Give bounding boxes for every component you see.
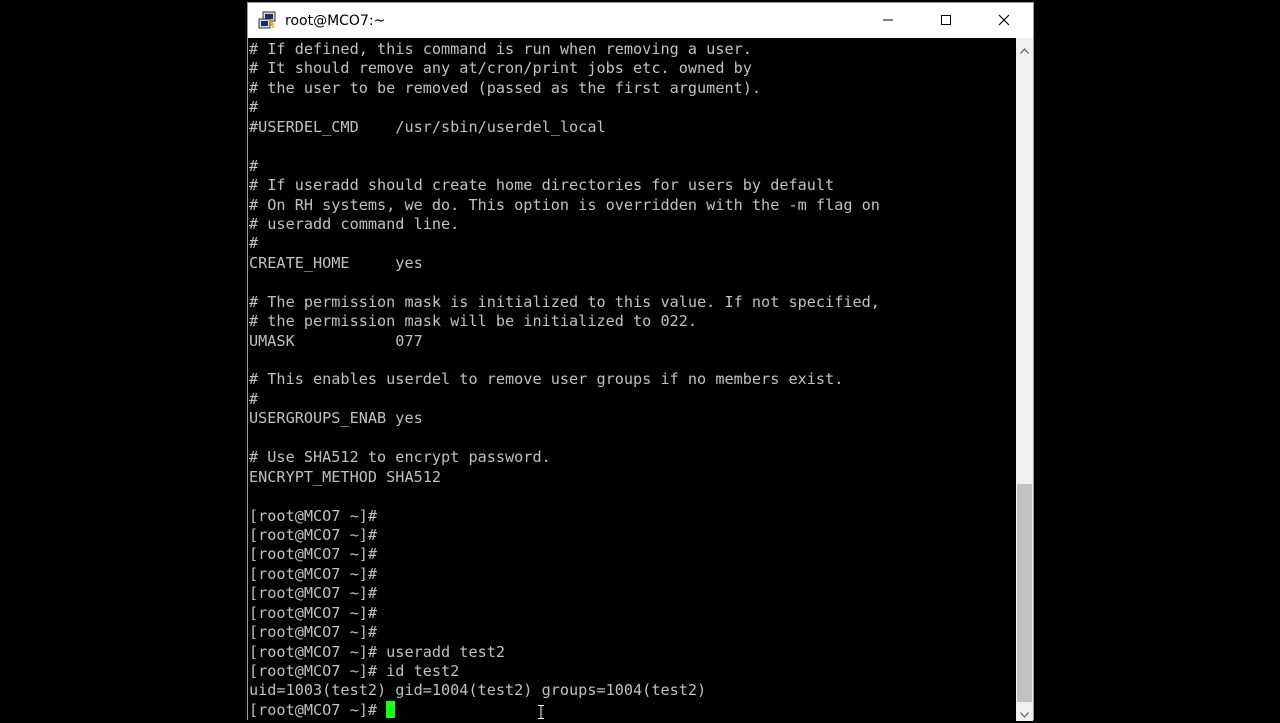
terminal-line: # On RH systems, we do. This option is o… — [249, 195, 880, 214]
terminal-line: [root@MCO7 ~]# — [249, 584, 378, 603]
terminal-line: # the permission mask will be initialize… — [249, 312, 698, 331]
terminal-line: # This enables userdel to remove user gr… — [249, 370, 844, 389]
title-bar[interactable]: root@MCO7:~ — [248, 3, 1033, 38]
ibeam-cursor-icon — [537, 704, 545, 719]
text-cursor — [386, 700, 396, 718]
chevron-down-icon — [1020, 703, 1029, 722]
chevron-up-icon — [1020, 39, 1029, 58]
putty-icon[interactable] — [257, 11, 277, 31]
terminal-line: [root@MCO7 ~]# — [249, 545, 378, 564]
terminal-line: # — [249, 234, 259, 253]
scroll-up-button[interactable] — [1016, 40, 1033, 57]
scroll-thumb[interactable] — [1017, 484, 1032, 702]
minimize-button[interactable] — [859, 3, 917, 38]
terminal-line: # If defined, this command is run when r… — [249, 40, 752, 58]
scroll-down-button[interactable] — [1016, 704, 1033, 721]
terminal-line: # Use SHA512 to encrypt password. — [249, 448, 551, 467]
terminal-line: [root@MCO7 ~]# — [249, 525, 378, 544]
terminal-line: # — [249, 389, 259, 408]
terminal-line: # the user to be removed (passed as the … — [249, 78, 762, 97]
terminal-window[interactable]: root@MCO7:~ # If defined, this command i… — [247, 2, 1034, 721]
terminal-output[interactable]: # If defined, this command is run when r… — [248, 38, 1016, 721]
terminal-line: [root@MCO7 ~]# useradd test2 — [249, 642, 506, 661]
terminal-line: ENCRYPT_METHOD SHA512 — [249, 467, 442, 486]
terminal-line: #USERDEL_CMD /usr/sbin/userdel_local — [249, 117, 606, 136]
minimize-icon — [882, 11, 894, 30]
terminal-lines: # If defined, this command is run when r… — [249, 40, 1016, 701]
terminal-line: USERGROUPS_ENAB yes — [249, 409, 423, 428]
terminal-line: [root@MCO7 ~]# — [249, 506, 378, 525]
terminal-line: [root@MCO7 ~]# — [249, 564, 378, 583]
terminal-prompt: [root@MCO7 ~]# — [249, 700, 387, 719]
terminal-line: # The permission mask is initialized to … — [249, 292, 880, 311]
terminal-line: [root@MCO7 ~]# id test2 — [249, 662, 460, 680]
terminal-line: uid=1003(test2) gid=1004(test2) groups=1… — [249, 681, 707, 700]
terminal-line: # useradd command line. — [249, 214, 460, 233]
terminal-line: [root@MCO7 ~]# — [249, 623, 378, 642]
terminal-line: # It should remove any at/cron/print job… — [249, 59, 752, 78]
vertical-scrollbar[interactable] — [1016, 38, 1033, 721]
close-button[interactable] — [975, 3, 1033, 38]
terminal-line: # — [249, 156, 259, 175]
close-icon — [998, 11, 1010, 30]
terminal-line: [root@MCO7 ~]# — [249, 603, 378, 622]
terminal-line: # If useradd should create home director… — [249, 176, 835, 195]
terminal-line: CREATE_HOME yes — [249, 253, 423, 272]
maximize-button[interactable] — [917, 3, 975, 38]
window-title: root@MCO7:~ — [285, 12, 386, 29]
maximize-icon — [940, 11, 952, 30]
terminal-line: UMASK 077 — [249, 331, 423, 350]
terminal-line: # — [249, 98, 259, 117]
terminal-prompt-line[interactable]: [root@MCO7 ~]# — [249, 700, 1016, 720]
